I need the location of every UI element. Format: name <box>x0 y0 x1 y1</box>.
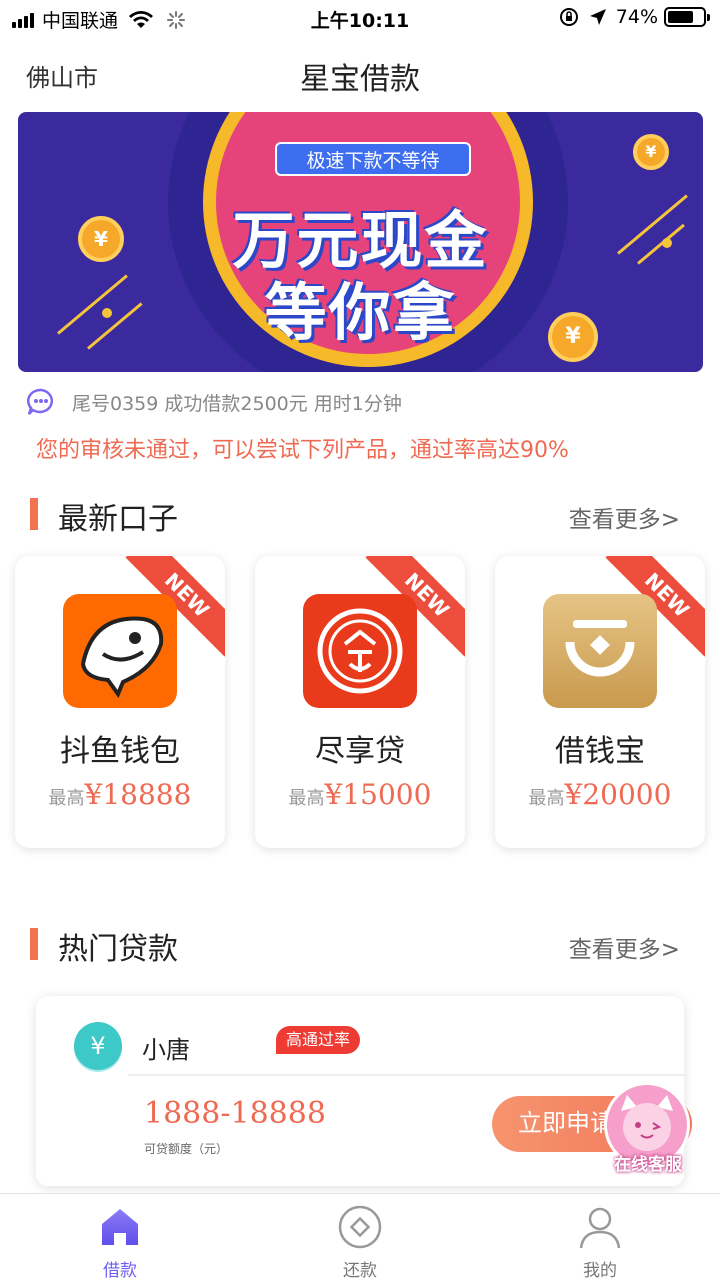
loan-notice: 尾号0359 成功借款2500元 用时1分钟 <box>26 387 402 417</box>
view-more-link[interactable]: 查看更多> <box>569 500 680 534</box>
banner-subheadline: 等你拿 <box>264 276 457 349</box>
section-title: 热门贷款 <box>58 932 178 967</box>
high-approval-badge: 高通过率 <box>276 1026 361 1054</box>
page-title: 星宝借款 <box>300 62 420 97</box>
loan-name: 小唐 <box>142 1036 190 1064</box>
product-name: 借钱宝 <box>555 734 645 769</box>
section-title: 最新口子 <box>58 502 178 537</box>
tab-label: 我的 <box>583 1261 617 1280</box>
product-max-amount: 最高¥20000 <box>528 778 672 811</box>
divider <box>128 1074 684 1076</box>
coin-icon: ¥ <box>633 134 669 170</box>
user-icon <box>579 1207 621 1249</box>
shark-icon <box>63 594 177 708</box>
section-accent-bar <box>30 498 38 530</box>
yen-coin-icon: ¥ <box>74 1022 122 1070</box>
coin-bowl-icon <box>543 594 657 708</box>
product-name: 抖鱼钱包 <box>60 734 180 769</box>
online-service-button[interactable]: 在线客服 <box>598 1082 698 1182</box>
section-accent-bar <box>30 928 38 960</box>
status-bar: 中国联通 上午10:11 74% <box>0 0 720 38</box>
section-newest-header: 最新口子 查看更多> <box>30 494 680 537</box>
seal-icon <box>303 594 417 708</box>
product-card[interactable]: NEW 尽享贷 最高¥15000 <box>255 556 465 848</box>
section-hot-header: 热门贷款 查看更多> <box>30 924 680 967</box>
banner-tag: 极速下款不等待 <box>275 142 471 176</box>
notice-text: 尾号0359 成功借款2500元 用时1分钟 <box>72 392 402 415</box>
battery-percent: 74% <box>615 6 658 28</box>
tab-label: 借款 <box>103 1261 137 1280</box>
tab-mine[interactable]: 我的 <box>540 1200 660 1280</box>
product-max-amount: 最高¥15000 <box>288 778 432 811</box>
product-max-amount: 最高¥18888 <box>48 778 192 811</box>
tab-borrow[interactable]: 借款 <box>60 1200 180 1280</box>
service-label: 在线客服 <box>614 1155 682 1175</box>
chat-bubble-icon <box>26 388 53 415</box>
loan-amount-caption: 可贷额度（元） <box>144 1142 229 1156</box>
hot-loan-card[interactable]: ¥ 小唐 高通过率 1888-18888 可贷额度（元） 立即申请 <box>36 996 692 1186</box>
product-card[interactable]: NEW 借钱宝 最高¥20000 <box>495 556 705 848</box>
battery-icon <box>664 7 710 27</box>
orientation-lock-icon <box>559 8 578 26</box>
promo-banner[interactable]: ¥ ¥ ¥ 极速下款不等待 万元现金 等你拿 <box>18 112 703 372</box>
home-icon <box>102 1209 138 1245</box>
tab-label: 还款 <box>343 1261 377 1280</box>
product-card[interactable]: NEW 抖鱼钱包 最高¥18888 <box>15 556 225 848</box>
tab-repay[interactable]: 还款 <box>300 1200 420 1280</box>
view-more-link[interactable]: 查看更多> <box>569 930 680 964</box>
location-arrow-icon <box>589 9 606 25</box>
loan-amount-range: 1888-18888 <box>144 1096 326 1131</box>
repay-icon <box>338 1205 382 1249</box>
bottom-tab-bar: 借款 还款 我的 <box>0 1193 720 1280</box>
product-name: 尽享贷 <box>315 734 405 769</box>
review-alert: 您的审核未通过，可以尝试下列产品，通过率高达90% <box>36 438 569 463</box>
status-right: 74% <box>558 6 710 28</box>
